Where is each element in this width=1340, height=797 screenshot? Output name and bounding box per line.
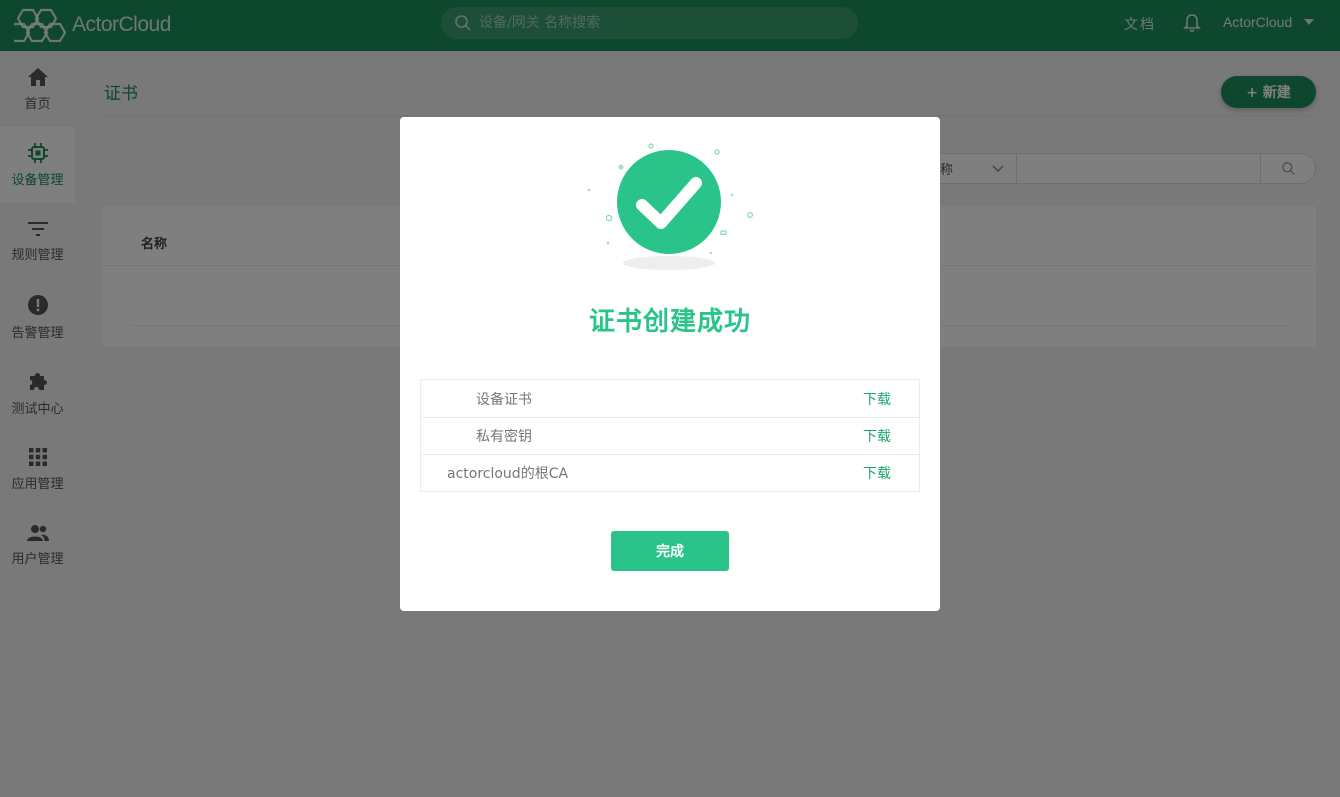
download-link[interactable]: 下载 [863,463,891,483]
download-list: 设备证书 下载 私有密钥 下载 actorcloud的根CA 下载 [420,379,920,492]
file-name: 设备证书 [476,391,532,408]
success-title: 证书创建成功 [588,307,751,337]
file-name: actorcloud的根CA [447,466,569,482]
success-dialog: 证书创建成功 设备证书 下载 私有密钥 下载 actorcloud的根CA 下载… [400,117,940,611]
file-name: 私有密钥 [476,429,532,445]
download-link[interactable]: 下载 [863,389,891,409]
list-item: actorcloud的根CA 下载 [421,454,919,491]
done-button[interactable]: 完成 [611,531,729,571]
list-item: 私有密钥 下载 [421,417,919,454]
list-item: 设备证书 下载 [421,380,919,417]
download-link[interactable]: 下载 [863,426,891,446]
success-check-icon [587,143,754,270]
